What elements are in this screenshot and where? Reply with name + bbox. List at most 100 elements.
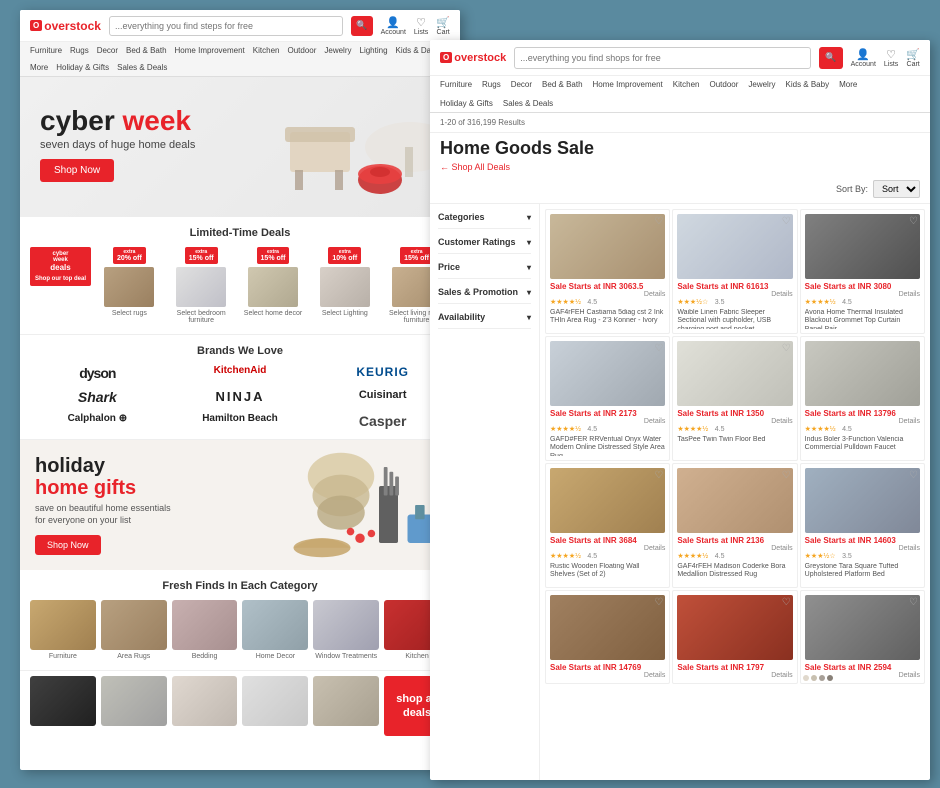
brand-dyson[interactable]: dyson [30,365,165,381]
nav-home-improvement[interactable]: Home Improvement [175,46,245,55]
left-search-button[interactable]: 🔍 [351,16,373,36]
product-card-5[interactable]: ♡ Sale Starts at INR 13796 ★★★★½ 4.5 Det… [800,336,925,461]
nav-bed-bath[interactable]: Bed & Bath [126,46,166,55]
product-card-10[interactable]: ♡ Sale Starts at INR 1797 Details [672,590,797,684]
shop-item-pillow[interactable] [172,676,238,736]
right-nav-kitchen[interactable]: Kitchen [673,80,700,89]
wishlist-icon-2[interactable]: ♡ [909,216,918,227]
product-card-2[interactable]: ♡ Sale Starts at INR 3080 ★★★★½ 4.5 Deta… [800,209,925,334]
right-nav-kids[interactable]: Kids & Baby [786,80,830,89]
filter-availability-title[interactable]: Availability [438,312,531,322]
deal-item-decor[interactable]: extra15% off Select home decor [240,247,307,317]
nav-decor[interactable]: Decor [97,46,118,55]
cyber-week-badge[interactable]: cyber week deals Shop our top deal [30,247,91,286]
deal-item-bedroom[interactable]: extra15% off Select bedroom furniture [168,247,235,324]
wishlist-icon-4[interactable]: ♡ [782,343,791,354]
right-cart-icon[interactable]: 🛒Cart [906,48,920,68]
filter-sales-title[interactable]: Sales & Promotion [438,287,531,297]
nav-lighting[interactable]: Lighting [360,46,388,55]
right-nav-decor[interactable]: Decor [511,80,532,89]
sort-select[interactable]: Sort [873,180,920,198]
wishlist-icon-0[interactable]: ♡ [654,216,663,227]
wishlist-icon-5[interactable]: ♡ [909,343,918,354]
lists-icon[interactable]: ♡Lists [414,16,428,36]
holiday-shop-now-button[interactable]: Shop Now [35,535,101,555]
left-logo[interactable]: O overstock [30,19,101,33]
nav-furniture[interactable]: Furniture [30,46,62,55]
right-nav-more[interactable]: More [839,80,857,89]
nav-sales[interactable]: Sales & Deals [117,63,167,72]
details-link-11[interactable]: Details [899,672,920,679]
details-link-4[interactable]: Details [771,418,792,425]
cyber-shop-now-button[interactable]: Shop Now [40,159,114,182]
product-card-6[interactable]: ♡ Sale Starts at INR 3684 ★★★★½ 4.5 Deta… [545,463,670,588]
product-card-8[interactable]: ♡ Sale Starts at INR 14603 ★★★½☆ 3.5 Det… [800,463,925,588]
deal-item-rugs[interactable]: extra20% off Select rugs [96,247,163,317]
nav-outdoor[interactable]: Outdoor [287,46,316,55]
product-card-11[interactable]: ♡ Sale Starts at INR 2594 Details [800,590,925,684]
find-item-window[interactable]: Window Treatments [313,600,379,660]
wishlist-icon-8[interactable]: ♡ [909,470,918,481]
nav-more[interactable]: More [30,63,48,72]
shop-item-light[interactable] [313,676,379,736]
product-card-4[interactable]: ♡ Sale Starts at INR 1350 ★★★★½ 4.5 Deta… [672,336,797,461]
filter-ratings-title[interactable]: Customer Ratings [438,237,531,247]
details-link-3[interactable]: Details [644,418,665,425]
wishlist-icon-11[interactable]: ♡ [909,597,918,608]
right-logo[interactable]: O overstock [440,52,506,64]
right-nav-furniture[interactable]: Furniture [440,80,472,89]
find-item-bedding[interactable]: Bedding [172,600,238,660]
wishlist-icon-1[interactable]: ♡ [782,216,791,227]
details-link-8[interactable]: Details [899,545,920,552]
right-nav-holiday[interactable]: Holiday & Gifts [440,99,493,108]
account-icon[interactable]: 👤Account [381,16,406,36]
details-link-7[interactable]: Details [771,545,792,552]
shop-item-fire[interactable] [30,676,96,736]
find-item-area-rugs[interactable]: Area Rugs [101,600,167,660]
cart-icon[interactable]: 🛒Cart [436,16,450,36]
details-link-9[interactable]: Details [644,672,665,679]
right-nav-rugs[interactable]: Rugs [482,80,501,89]
nav-jewelry[interactable]: Jewelry [324,46,351,55]
wishlist-icon-9[interactable]: ♡ [654,597,663,608]
filter-categories-title[interactable]: Categories [438,212,531,222]
left-search-input[interactable] [109,16,343,36]
right-nav-sales[interactable]: Sales & Deals [503,99,553,108]
right-search-input[interactable] [514,47,810,69]
brand-calphalon[interactable]: Calphalon ⊕ [30,413,165,429]
right-nav-outdoor[interactable]: Outdoor [709,80,738,89]
details-link-5[interactable]: Details [899,418,920,425]
wishlist-icon-10[interactable]: ♡ [782,597,791,608]
brand-kitchenaid[interactable]: KitchenAid [173,365,308,381]
find-item-furniture[interactable]: Furniture [30,600,96,660]
find-item-home-decor[interactable]: Home Decor [242,600,308,660]
details-link-6[interactable]: Details [644,545,665,552]
details-link-1[interactable]: Details [771,291,792,298]
wishlist-icon-6[interactable]: ♡ [654,470,663,481]
product-card-1[interactable]: ♡ Sale Starts at INR 61613 ★★★½☆ 3.5 Det… [672,209,797,334]
right-nav-home-improvement[interactable]: Home Improvement [593,80,663,89]
filter-price-title[interactable]: Price [438,262,531,272]
brand-hamilton[interactable]: Hamilton Beach [173,413,308,429]
shop-item-mattress[interactable] [242,676,308,736]
brand-ninja[interactable]: NINJA [173,389,308,405]
details-link-0[interactable]: Details [644,291,665,298]
product-card-7[interactable]: ♡ Sale Starts at INR 2136 ★★★★½ 4.5 Deta… [672,463,797,588]
brand-shark[interactable]: Shark [30,389,165,405]
deal-item-lighting[interactable]: extra10% off Select Lighting [311,247,378,317]
wishlist-icon-7[interactable]: ♡ [782,470,791,481]
right-nav-jewelry[interactable]: Jewelry [748,80,775,89]
product-card-0[interactable]: ♡ Sale Starts at INR 3063.5 ★★★★½ 4.5 De… [545,209,670,334]
details-link-10[interactable]: Details [771,672,792,679]
shop-item-faucet[interactable] [101,676,167,736]
breadcrumb-link[interactable]: ← Shop All Deals [430,159,930,175]
nav-kitchen[interactable]: Kitchen [253,46,280,55]
right-search-button[interactable]: 🔍 [819,47,843,69]
right-nav-bed-bath[interactable]: Bed & Bath [542,80,582,89]
product-card-9[interactable]: ♡ Sale Starts at INR 14769 Details [545,590,670,684]
details-link-2[interactable]: Details [899,291,920,298]
product-card-3[interactable]: ♡ Sale Starts at INR 2173 ★★★★½ 4.5 Deta… [545,336,670,461]
wishlist-icon-3[interactable]: ♡ [654,343,663,354]
right-account-icon[interactable]: 👤Account [851,48,876,68]
right-lists-icon[interactable]: ♡Lists [884,48,898,68]
